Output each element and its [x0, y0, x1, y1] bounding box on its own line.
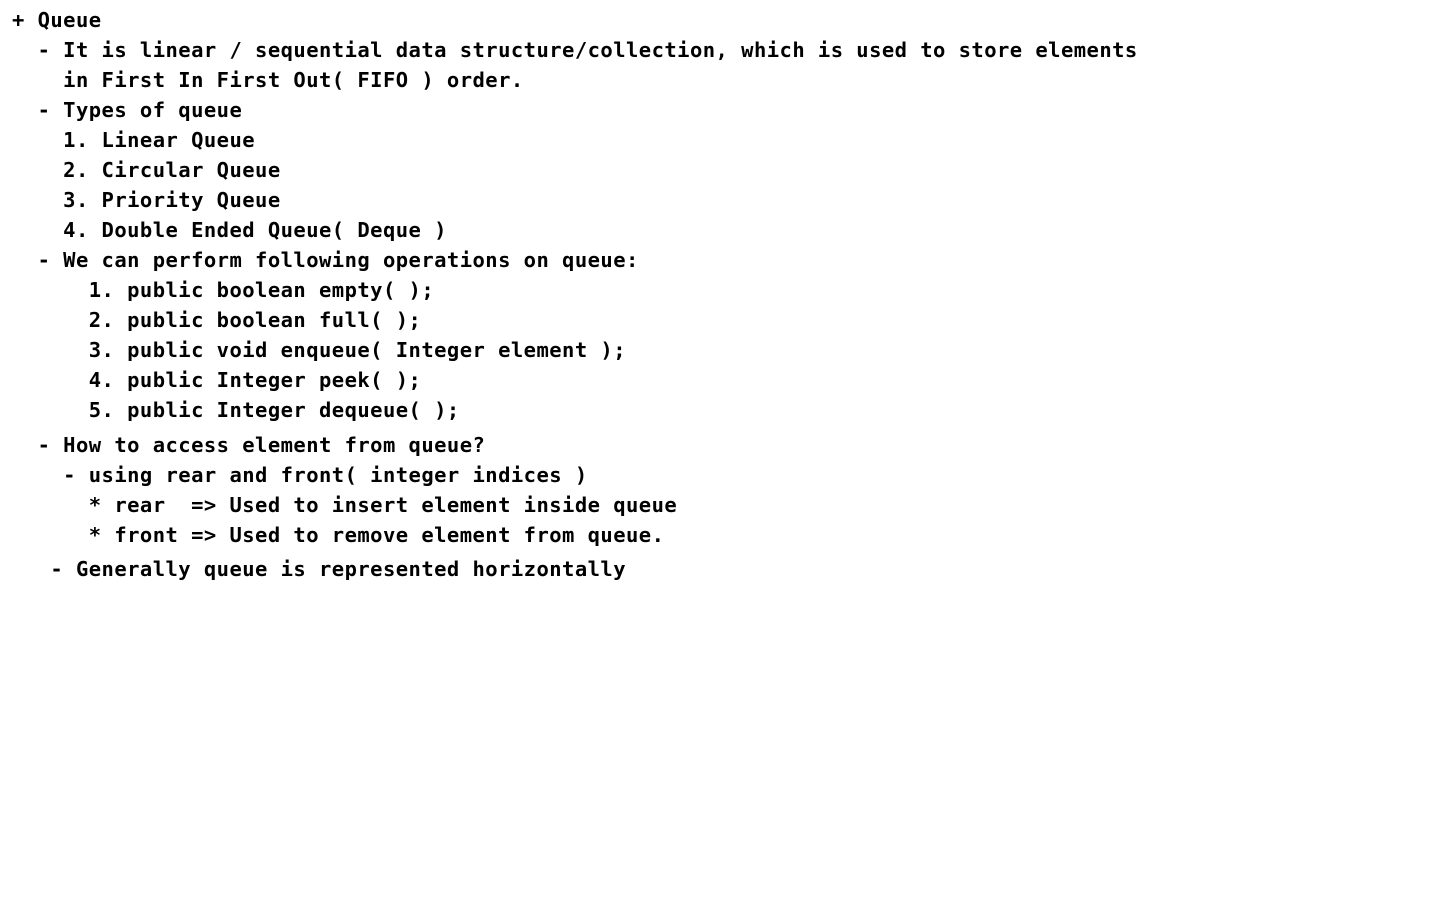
operation-full: 2. public boolean full( ); [12, 308, 422, 332]
operation-peek: 4. public Integer peek( ); [12, 368, 422, 392]
type-item-linear: 1. Linear Queue [12, 128, 256, 152]
access-rear-description: * rear => Used to insert element inside … [12, 493, 678, 517]
operation-enqueue: 3. public void enqueue( Integer element … [12, 338, 627, 362]
types-heading: - Types of queue [12, 98, 243, 122]
operation-empty: 1. public boolean empty( ); [12, 278, 435, 302]
operations-heading: - We can perform following operations on… [12, 248, 639, 272]
representation-note: - Generally queue is represented horizon… [12, 557, 627, 581]
type-item-circular: 2. Circular Queue [12, 158, 281, 182]
definition-line-2: in First In First Out( FIFO ) order. [12, 68, 524, 92]
type-item-priority: 3. Priority Queue [12, 188, 281, 212]
definition-line-1: - It is linear / sequential data structu… [12, 38, 1138, 62]
access-heading: - How to access element from queue? [12, 433, 486, 457]
heading-queue: + Queue [12, 8, 102, 32]
access-rear-front: - using rear and front( integer indices … [12, 463, 588, 487]
type-item-deque: 4. Double Ended Queue( Deque ) [12, 218, 447, 242]
access-front-description: * front => Used to remove element from q… [12, 523, 665, 547]
operation-dequeue: 5. public Integer dequeue( ); [12, 398, 460, 422]
